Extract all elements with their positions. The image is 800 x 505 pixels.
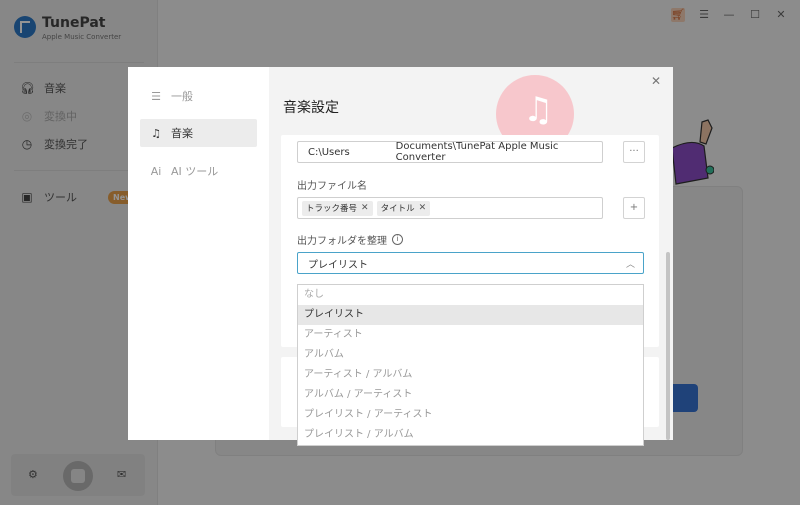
info-icon[interactable]: i [392,234,403,245]
remove-tag-icon[interactable]: ✕ [361,203,369,213]
decorative-music-note-icon: ♫ [523,90,554,130]
organize-selected-value: プレイリスト [308,259,368,271]
filename-tag: トラック番号 ✕ [302,200,373,216]
organize-dropdown-list: なし プレイリスト アーティスト アルバム アーティスト / アルバム アルバム… [297,284,644,446]
settings-nav-label: 音楽 [171,127,193,140]
filename-label: 出力ファイル名 [297,177,367,192]
dialog-title: 音楽設定 [283,100,339,116]
filename-tag: タイトル ✕ [376,200,431,216]
settings-nav-general[interactable]: ☰ 一般 [140,82,257,110]
dropdown-option[interactable]: プレイリスト / アーティスト [298,405,643,425]
dropdown-option[interactable]: アルバム [298,345,643,365]
organize-label: 出力フォルダを整理 i [297,232,403,247]
organize-label-text: 出力フォルダを整理 [297,236,387,247]
output-path-field[interactable]: C:\Users Documents\TunePat Apple Music C… [297,141,603,163]
settings-nav-label: 一般 [171,90,193,103]
settings-nav: ☰ 一般 ♫ 音楽 Ai AI ツール [128,67,269,440]
ai-icon: Ai [150,164,162,178]
organize-select[interactable]: プレイリスト ︿ [297,252,644,274]
filename-tag-label: タイトル [380,204,415,214]
dropdown-option-selected[interactable]: プレイリスト [298,305,643,325]
settings-nav-label: AI ツール [171,165,219,178]
chevron-up-icon: ︿ [625,260,635,270]
filename-label-text: 出力ファイル名 [297,181,367,192]
scrollbar[interactable] [666,252,670,440]
remove-tag-icon[interactable]: ✕ [419,203,427,213]
dropdown-option[interactable]: アルバム / アーティスト [298,385,643,405]
dropdown-option[interactable]: なし [298,285,643,305]
add-tag-button[interactable]: + [623,197,645,219]
settings-nav-ai-tools[interactable]: Ai AI ツール [140,157,257,185]
close-dialog-button[interactable]: ✕ [649,74,663,88]
output-path-suffix: Documents\TunePat Apple Music Converter [395,141,559,163]
settings-nav-music[interactable]: ♫ 音楽 [140,119,257,147]
redacted-username [349,146,396,158]
sliders-icon: ☰ [151,89,161,103]
browse-button[interactable]: ··· [623,141,645,163]
filename-tags-field[interactable]: トラック番号 ✕ タイトル ✕ [297,197,603,219]
music-note-icon: ♫ [151,126,161,140]
dropdown-option[interactable]: アーティスト / アルバム [298,365,643,385]
dropdown-option[interactable]: プレイリスト / アルバム [298,425,643,445]
dropdown-option[interactable]: アーティスト [298,325,643,345]
output-path-prefix: C:\Users [308,146,350,158]
filename-tag-label: トラック番号 [306,204,358,214]
